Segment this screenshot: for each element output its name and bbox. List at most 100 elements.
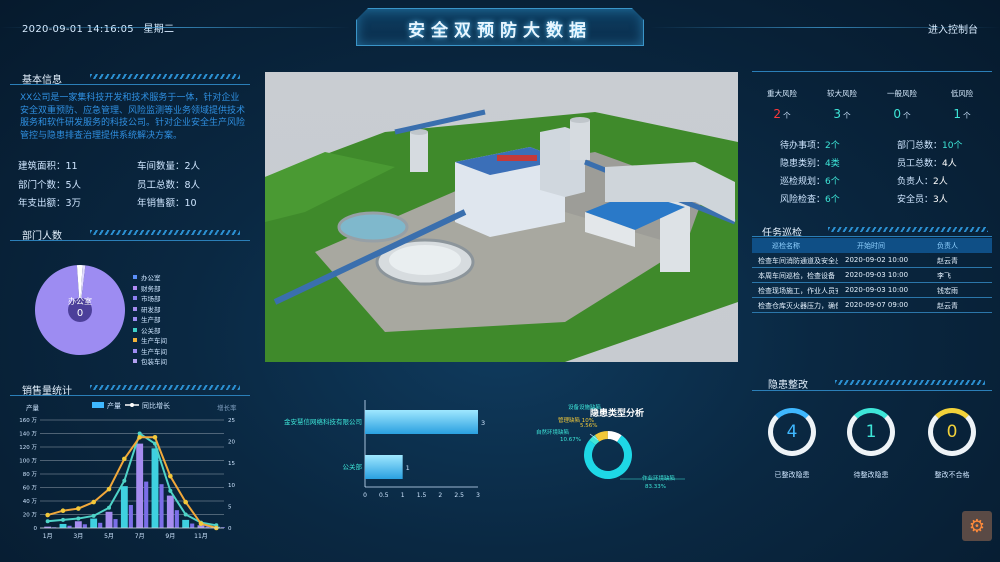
- growth-point: [152, 434, 158, 440]
- task-start-time: 2020-09-03 10:00: [845, 286, 909, 294]
- hazard-type-label: 作业环境缺陷: [642, 474, 675, 482]
- trend-point-cyan: [76, 516, 81, 521]
- x-tick-label: 1月: [43, 533, 53, 540]
- section-underline: [10, 240, 250, 241]
- x-tick-label: 1.5: [417, 492, 427, 499]
- org-bar: [365, 410, 478, 434]
- x-tick-label: 9月: [165, 533, 175, 540]
- risk-stat-item: 待办事项：2个: [780, 138, 840, 151]
- legend-label: 包装车间: [141, 358, 167, 367]
- hazard-type-label: 自然环境缺陷: [536, 428, 569, 436]
- settling-tank-inner: [389, 245, 461, 275]
- risk-level-count: 1: [953, 107, 962, 121]
- sales-bar-secondary: [113, 519, 118, 528]
- legend-swatch: [133, 296, 137, 301]
- risk-stat-value: 6个: [825, 177, 840, 187]
- dept-pie-chart: 办公室 0: [34, 265, 125, 355]
- trend-point-cyan: [107, 505, 111, 510]
- section-underline: [752, 390, 992, 391]
- risk-stat-value: 4类: [825, 159, 840, 169]
- growth-point: [76, 506, 81, 511]
- y-tick-label: 20 万: [23, 512, 38, 519]
- factory-3d-scene[interactable]: [265, 72, 738, 362]
- risk-level-item: 低风险 1 个: [932, 88, 992, 122]
- y-tick-label: 160 万: [19, 417, 37, 424]
- sales-bar-secondary: [159, 484, 164, 528]
- y2-tick-label: 25: [228, 418, 235, 424]
- section-deco: [835, 380, 985, 385]
- info-building-area: 建筑面积：11: [18, 161, 78, 172]
- risk-stat-item: 安全员：3人: [897, 192, 948, 205]
- task-table: 巡检名称 开始时间 负责人 检查车间消防通道及安全出口 2020-09-02 10…: [752, 238, 992, 313]
- trend-point-cyan: [91, 513, 96, 518]
- hazard-ring: 1: [847, 408, 895, 456]
- pie-center-label: 办公室: [68, 296, 92, 306]
- risk-level-value: 1个: [932, 103, 992, 122]
- legend-item: 生产车间: [133, 335, 167, 346]
- sales-bar-secondary: [128, 504, 133, 528]
- org-bar-chart: 0 0.5 1 1.5 2 2.5 3 金安慧信网络科技有限公司 3 公关部 1: [284, 400, 485, 499]
- sales-bar-secondary: [144, 481, 149, 528]
- factory-illustration: [265, 109, 738, 362]
- info-annual-expense: 年支出额：3万: [18, 198, 82, 209]
- legend-swatch: [133, 338, 137, 343]
- col-owner: 负责人: [937, 242, 958, 250]
- y-tick-label: 120 万: [19, 444, 37, 451]
- x-tick-label: 11月: [194, 533, 208, 540]
- settings-button[interactable]: ⚙: [962, 511, 992, 541]
- legend-label: 生产车间: [141, 347, 167, 356]
- x-tick-label: 0.5: [379, 492, 389, 499]
- sales-bar: [151, 448, 159, 528]
- weekday-text: 星期二: [143, 24, 175, 35]
- page-title: 安全双预防大数据: [408, 21, 592, 41]
- hazard-rings: 4 已整改隐患 1 待整改隐患 0 整改不合格: [752, 408, 997, 488]
- table-row[interactable]: 检查仓库灭火器压力，确保 2020-09-07 09:00 赵云青: [752, 298, 992, 313]
- section-deco: [90, 385, 240, 390]
- growth-point: [137, 434, 142, 440]
- hazard-ring-label: 已整改隐患: [774, 471, 810, 479]
- info-annual-sales: 年销售额：10: [137, 198, 197, 209]
- risk-stat-item: 巡检规划：6个: [780, 174, 840, 187]
- org-bar-label: 公关部: [343, 462, 363, 471]
- info-staff-count: 员工总数：8人: [137, 180, 201, 191]
- task-start-time: 2020-09-07 09:00: [845, 301, 909, 309]
- y2-tick-label: 15: [228, 461, 235, 467]
- x-tick-label: 3: [476, 492, 480, 499]
- info-dept-count: 部门个数：5人: [18, 180, 82, 191]
- console-link[interactable]: 进入控制台: [928, 21, 978, 36]
- risk-level-item: 一般风险 0 个: [872, 88, 932, 122]
- task-owner: 赵云青: [937, 257, 958, 265]
- y-tick-label: 40 万: [23, 498, 38, 505]
- legend-item: 生产车间: [133, 346, 167, 357]
- hazard-ring: 0: [928, 408, 976, 456]
- info-workshop-count: 车间数量：2人: [137, 161, 201, 172]
- silo-1: [410, 132, 428, 172]
- y-tick-label: 140 万: [19, 431, 37, 438]
- sales-bar-secondary: [174, 510, 179, 528]
- hazard-ring-value: 0: [946, 422, 958, 442]
- trend-point-cyan: [183, 512, 188, 517]
- legend-label: 生产部: [141, 316, 161, 325]
- col-start-time: 开始时间: [857, 242, 885, 250]
- legend-label: 公关部: [141, 326, 161, 335]
- legend-bar-label: 产量: [107, 401, 121, 410]
- x-tick-label: 2: [438, 492, 442, 499]
- risk-stat-item: 负责人：2人: [897, 174, 948, 187]
- table-row[interactable]: 检查现场施工，作业人员安全 2020-09-03 10:00 钱宏雨: [752, 283, 992, 298]
- risk-stat-item: 风险检查：6个: [780, 192, 840, 205]
- hazard-type-chart: 隐患类型分析设备设施缺陷管理缺陷 10%自然环境缺陷10.67%作业环境缺陷83…: [536, 403, 685, 490]
- table-row[interactable]: 本周车间巡检，检查设备 2020-09-03 10:00 李飞: [752, 268, 992, 283]
- x-tick-label: 0: [363, 492, 367, 499]
- legend-swatch-bar: [92, 402, 104, 408]
- dept-legend: 办公室 财务部 市场部 研发部 生产部 公关部 生产车间 生产车间 包装车间: [133, 272, 167, 367]
- sales-bar-secondary: [190, 523, 195, 528]
- sales-bar: [74, 521, 82, 528]
- table-row[interactable]: 检查车间消防通道及安全出口 2020-09-02 10:00 赵云青: [752, 253, 992, 268]
- legend-label: 财务部: [141, 284, 161, 293]
- legend-item: 生产部: [133, 314, 167, 325]
- org-bar-label: 金安慧信网络科技有限公司: [284, 417, 362, 426]
- risk-stat-value: 2个: [825, 141, 840, 151]
- legend-item: 财务部: [133, 283, 167, 294]
- risk-level-unit: 个: [903, 111, 911, 120]
- task-owner: 赵云青: [937, 302, 958, 310]
